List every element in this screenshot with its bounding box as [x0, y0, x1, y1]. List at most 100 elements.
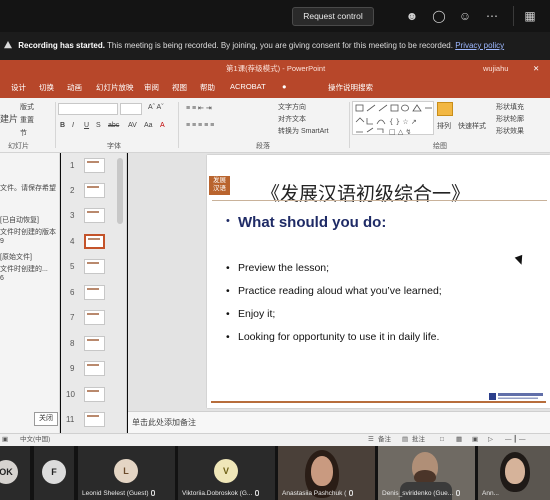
tell-me-search[interactable]: 操作说明搜索	[328, 82, 373, 93]
participant-tile[interactable]: F	[34, 446, 74, 500]
bullet-item: • Looking for opportunity to use it in da…	[226, 331, 439, 343]
smartart-button[interactable]: 转换为 SmartArt	[278, 126, 329, 136]
text-direction-button[interactable]: 文字方向	[278, 102, 306, 112]
slide-thumbnail[interactable]	[84, 208, 105, 223]
reset-button[interactable]: 重置	[20, 115, 34, 125]
thumb-number: 6	[70, 288, 75, 297]
group-drawing-label: 绘图	[433, 143, 447, 150]
shape-fill-button[interactable]: 形状填充	[496, 102, 524, 112]
bullet-dot: •	[226, 308, 230, 320]
slide-thumbnail[interactable]	[84, 259, 105, 274]
view-reading-icon[interactable]: ▣	[472, 434, 478, 446]
participant-name: Ann...	[482, 490, 499, 497]
view-normal-icon[interactable]: □	[440, 434, 444, 446]
section-button[interactable]: 节	[20, 128, 27, 138]
participant-video-tile[interactable]: Denis_sviridenko (Gue...	[378, 446, 475, 500]
font-color-button[interactable]: A	[160, 122, 165, 129]
font-name-select[interactable]	[58, 103, 118, 115]
italic-button[interactable]: I	[72, 122, 74, 129]
ribbon-divider	[349, 102, 350, 148]
recovery-item-label[interactable]: [原始文件]	[0, 252, 32, 262]
notes-toggle-icon[interactable]: ☰	[368, 434, 374, 446]
tab-animations[interactable]: 动画	[67, 82, 82, 93]
more-options-icon[interactable]: ⋯	[484, 8, 500, 24]
font-size-select[interactable]	[120, 103, 142, 115]
bold-button[interactable]: B	[60, 122, 65, 129]
slide-thumbnail[interactable]	[84, 285, 105, 300]
slide-thumbnail[interactable]	[84, 183, 105, 198]
warning-icon	[4, 41, 12, 49]
zoom-slider[interactable]: — ┃ —	[505, 434, 526, 446]
participant-video-tile[interactable]: Ann...	[478, 446, 550, 500]
slide-heading: What should you do:	[238, 214, 387, 231]
accessibility-icon[interactable]: ▣	[2, 434, 8, 446]
shape-effects-button[interactable]: 形状效果	[496, 126, 524, 136]
comments-toggle[interactable]: 批注	[412, 434, 425, 446]
notes-toggle[interactable]: 备注	[378, 434, 391, 446]
strikethrough-button[interactable]: abc	[108, 122, 119, 129]
reactions-icon[interactable]: ☺	[457, 8, 473, 24]
participant-tile[interactable]: V Viktoriia.Dobroskok (G...	[178, 446, 275, 500]
align-icon[interactable]: ≡ ≡ ≡ ≡ ≡	[186, 122, 214, 129]
shapes-gallery[interactable]: { } ☆ ↗ □ △ ↯	[352, 101, 434, 136]
participant-tile[interactable]: L Leonid Shelest (Guest)	[78, 446, 175, 500]
participant-tile[interactable]: OK	[0, 446, 30, 500]
slide-thumbnail[interactable]	[84, 158, 105, 173]
align-text-button[interactable]: 对齐文本	[278, 114, 306, 124]
heading-bullet: •	[226, 215, 230, 227]
tab-design[interactable]: 设计	[11, 82, 26, 93]
new-slide-button[interactable]: 建片	[0, 112, 18, 125]
bullet-text: Enjoy it;	[238, 308, 276, 320]
tab-slideshow[interactable]: 幻灯片放映	[96, 82, 134, 93]
notes-pane[interactable]: 单击此处添加备注	[128, 411, 550, 433]
arrange-button[interactable]: 排列	[437, 121, 451, 131]
slide-thumbnail[interactable]	[84, 336, 105, 351]
shape-outline-button[interactable]: 形状轮廓	[496, 114, 524, 124]
thumbnail-scrollbar[interactable]	[117, 158, 123, 224]
bullets-icon[interactable]: ≡ ≡ ⇤ ⇥	[186, 104, 212, 112]
thumb-title-bar	[87, 262, 99, 264]
shadow-button[interactable]: S	[96, 122, 101, 129]
privacy-policy-link[interactable]: Privacy policy	[455, 41, 504, 50]
slide-thumbnail[interactable]	[84, 310, 105, 325]
participant-video-tile[interactable]: Anastasiia Pashchuk (	[278, 446, 375, 500]
tab-view[interactable]: 视图	[172, 82, 187, 93]
tab-review[interactable]: 审阅	[144, 82, 159, 93]
quick-styles-button[interactable]: 快速样式	[458, 121, 486, 131]
recovery-item-label[interactable]: [已自动恢复]	[0, 215, 39, 225]
tab-help[interactable]: 帮助	[200, 82, 215, 93]
underline-button[interactable]: U	[84, 122, 89, 129]
close-window-icon[interactable]: ✕	[533, 60, 539, 78]
slide-thumbnail[interactable]	[84, 387, 105, 402]
group-font-label: 字体	[107, 143, 121, 150]
people-icon[interactable]: ☻	[404, 8, 420, 24]
arrange-icon[interactable]	[437, 102, 453, 116]
avatar: V	[214, 459, 238, 483]
view-sorter-icon[interactable]: ▦	[456, 434, 462, 446]
tab-acrobat[interactable]: ACROBAT	[230, 82, 266, 91]
request-control-button[interactable]: Request control	[292, 7, 374, 26]
slide-thumbnail-selected[interactable]	[84, 234, 105, 249]
participant-strip: OK F L Leonid Shelest (Guest) V Viktorii…	[0, 446, 550, 500]
thumb-number: 1	[70, 161, 75, 170]
thumb-number: 9	[70, 364, 75, 373]
user-name[interactable]: wujiahu	[483, 60, 508, 78]
language-status[interactable]: 中文(中国)	[20, 434, 50, 446]
camera-icon[interactable]: ▦	[522, 8, 538, 24]
layout-button[interactable]: 版式	[20, 102, 34, 112]
slide-thumbnail[interactable]	[84, 412, 105, 427]
close-button[interactable]: 关闭	[34, 412, 58, 426]
font-grow-icon[interactable]: Aˆ Aˇ	[148, 104, 164, 111]
comments-toggle-icon[interactable]: ▤	[402, 434, 408, 446]
char-spacing-button[interactable]: AV	[128, 122, 137, 129]
bullet-item: • Preview the lesson;	[226, 262, 329, 274]
recovery-item-detail: 文件时创建的...	[0, 266, 48, 273]
change-case-button[interactable]: Aa	[144, 122, 153, 129]
view-slideshow-icon[interactable]: ▷	[488, 434, 493, 446]
slide-title: 《发展汉语初级综合一》	[261, 183, 471, 205]
thumb-title-bar	[87, 415, 99, 417]
slide-thumbnail[interactable]	[84, 361, 105, 376]
toolbar-divider	[513, 6, 514, 26]
chat-icon[interactable]: ◯	[431, 8, 447, 24]
tab-transitions[interactable]: 切换	[39, 82, 54, 93]
